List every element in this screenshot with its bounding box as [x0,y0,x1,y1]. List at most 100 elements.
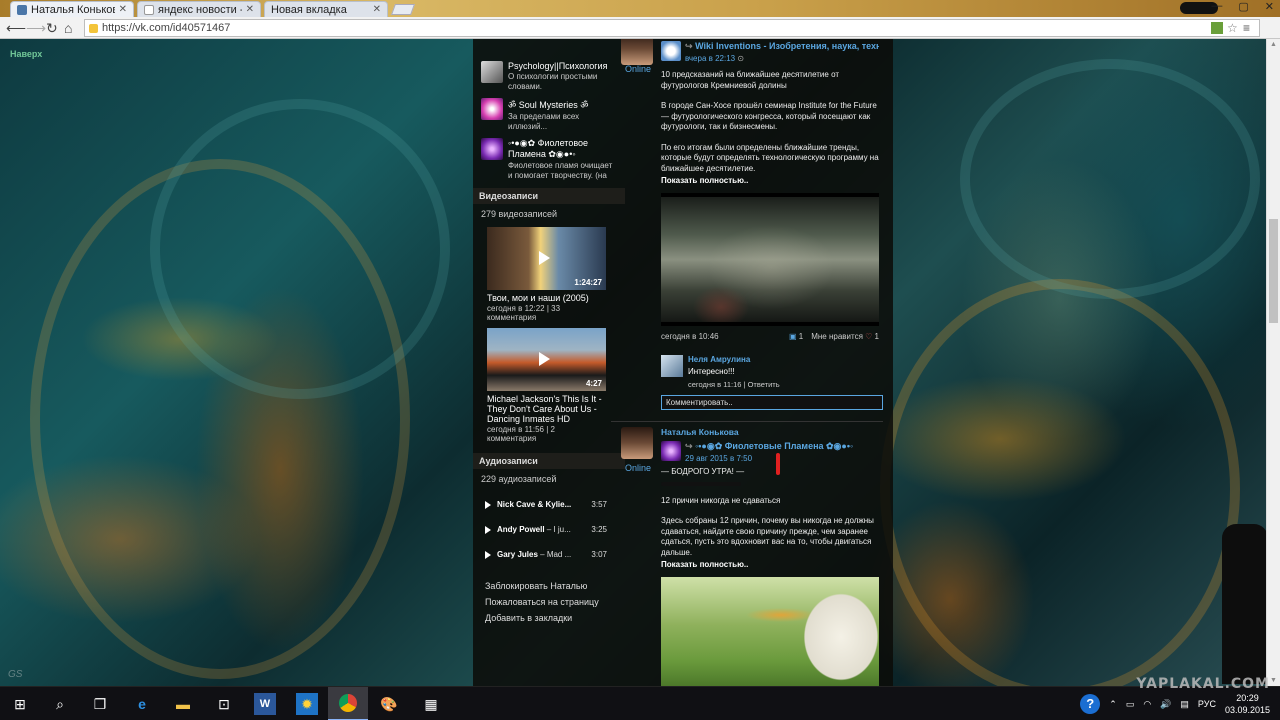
post-date[interactable]: вчера в 22:13 ⊙ [685,54,879,63]
chrome-icon[interactable] [328,687,368,720]
file-explorer-icon[interactable]: ▬ [172,693,194,715]
back-icon[interactable]: ⟵ [6,20,26,36]
tab-new[interactable]: Новая вкладка ✕ [264,1,388,17]
track-artist[interactable]: Gary Jules [497,550,538,559]
like-button[interactable]: Мне нравится ♡ 1 [811,332,879,341]
play-icon[interactable] [539,251,550,265]
group-name[interactable]: ◦•●◉✿ Фиолетовое Пламена ✿◉●•◦ [508,138,617,160]
video-item[interactable]: 1:24:27 Твои, мои и наши (2005) сегодня … [487,227,606,322]
reply-link[interactable]: Ответить [748,380,780,389]
repost-source-name[interactable]: ↪ Wiki Inventions - Изобретения, наука, … [685,41,879,52]
videos-count[interactable]: 279 видеозаписей [481,209,617,219]
repost-count[interactable]: ▣ 1 [789,332,803,341]
chevron-up-icon[interactable]: ⌃ [1109,699,1117,710]
source-avatar[interactable] [661,441,681,461]
group-item[interactable]: ◦•●◉✿ Фиолетовое Пламена ✿◉●•◦ Фиолетово… [481,138,617,182]
post-date[interactable]: 29 авг 2015 в 7:50 [685,454,853,463]
track-title[interactable]: – I ju... [545,525,571,534]
group-avatar[interactable] [481,138,503,160]
scroll-up-icon[interactable]: ▲ [1270,41,1277,48]
clock-date[interactable]: 03.09.2015 [1225,704,1270,716]
show-more-link[interactable]: Показать полностью.. [661,176,879,187]
group-item[interactable]: Psychology||Психология О психологии прос… [481,61,617,92]
maximize-icon[interactable]: ▢ [1238,0,1248,13]
help-icon[interactable]: ? [1080,694,1101,714]
star-icon[interactable]: ☆ [1227,22,1239,34]
tab-yandex[interactable]: яндекс новости - По ✕ [137,1,261,17]
clock[interactable]: 20:29 03.09.2015 [1225,692,1270,716]
language-indicator[interactable]: РУС [1198,699,1216,709]
extension-icon[interactable] [1211,22,1223,34]
clock-time[interactable]: 20:29 [1225,692,1270,704]
play-icon[interactable] [539,352,550,366]
track-name[interactable]: Andy Powell – I ju... [497,525,587,534]
video-thumbnail[interactable]: 1:24:27 [487,227,606,290]
scroll-down-icon[interactable]: ▼ [1270,677,1277,684]
track-name[interactable]: Gary Jules – Mad ... [497,550,587,559]
edge-icon[interactable]: e [131,693,153,715]
post-author-name[interactable]: Наталья Конькова [661,427,879,437]
word-icon[interactable]: W [254,693,276,715]
forward-icon[interactable]: ⟶ [26,20,46,36]
post-image[interactable] [661,576,879,686]
repost-source-label[interactable]: ◦•●◉✿ Фиолетовые Пламена ✿◉●•◦ [695,441,853,451]
repost-source-name[interactable]: ↪ ◦•●◉✿ Фиолетовые Пламена ✿◉●•◦ [685,441,853,452]
group-avatar[interactable] [481,61,503,83]
report-page-link[interactable]: Пожаловаться на страницу [485,597,617,607]
play-icon[interactable] [485,525,491,534]
videos-header[interactable]: Видеозаписи [473,188,625,204]
tab-active[interactable]: Наталья Конькова ✕ [10,1,134,17]
repost-source-label[interactable]: Wiki Inventions - Изобретения, наука, те… [695,41,879,51]
task-view-icon[interactable]: ❐ [89,693,111,715]
add-bookmark-link[interactable]: Добавить в закладки [485,613,617,623]
windows-start-icon[interactable]: ⊞ [9,693,31,715]
comment-date[interactable]: сегодня в 11:16 [688,380,741,389]
close-icon[interactable]: ✕ [119,4,127,15]
source-avatar[interactable] [661,41,681,61]
back-to-top-link[interactable]: Наверх [10,49,42,59]
show-more-link[interactable]: Показать полностью.. [661,560,879,571]
paint-icon[interactable]: 🎨 [378,693,400,715]
group-avatar[interactable] [481,98,503,120]
menu-icon[interactable]: ≡ [1243,22,1255,34]
commenter-name[interactable]: Неля Амрулина [688,355,780,364]
wifi-icon[interactable]: ◠ [1143,699,1151,710]
audio-count[interactable]: 229 аудиозаписей [481,474,617,484]
track-artist[interactable]: Nick Cave & Kylie... [497,500,571,509]
home-icon[interactable]: ⌂ [64,20,72,36]
address-bar[interactable]: https://vk.com/id40571467 ☆ ≡ [84,19,1260,37]
new-tab-button[interactable] [390,4,416,15]
video-item[interactable]: 4:27 Michael Jackson's This Is It - They… [487,328,606,443]
notifications-icon[interactable]: ▤ [1180,699,1189,710]
track-title[interactable]: – Mad ... [538,550,571,559]
post-footer-date[interactable]: сегодня в 10:46 [661,332,719,341]
group-item[interactable]: ॐ Soul Mysteries ॐ За пределами всех илл… [481,98,617,132]
comment-input[interactable]: Комментировать.. [661,394,883,410]
audio-track[interactable]: Gary Jules – Mad ... 3:07 [485,542,617,567]
block-user-link[interactable]: Заблокировать Наталью [485,581,617,591]
video-thumbnail[interactable]: 4:27 [487,328,606,391]
author-avatar[interactable] [621,39,653,65]
group-name[interactable]: ॐ Soul Mysteries ॐ [508,98,617,111]
play-icon[interactable] [485,500,491,509]
audio-track[interactable]: Nick Cave & Kylie... 3:57 [485,492,617,517]
audio-track[interactable]: Andy Powell – I ju... 3:25 [485,517,617,542]
video-title[interactable]: Твои, мои и наши (2005) [487,293,606,303]
store-icon[interactable]: ⊡ [213,693,235,715]
track-artist[interactable]: Andy Powell [497,525,545,534]
video-title[interactable]: Michael Jackson's This Is It - They Don'… [487,394,606,424]
track-name[interactable]: Nick Cave & Kylie... [497,500,587,509]
search-icon[interactable]: ⌕ [49,693,71,715]
close-icon[interactable]: ✕ [246,4,254,15]
play-icon[interactable] [485,550,491,559]
group-name[interactable]: Psychology||Психология [508,61,617,71]
minimize-icon[interactable]: — [1211,0,1222,13]
post-image[interactable] [661,192,879,326]
author-avatar[interactable] [621,427,653,459]
scroll-thumb[interactable] [1269,219,1278,323]
heart-icon[interactable]: ♡ [865,332,872,341]
calculator-icon[interactable]: ▦ [420,693,442,715]
commenter-avatar[interactable] [661,354,683,377]
url-text[interactable]: https://vk.com/id40571467 [102,22,1211,34]
reload-icon[interactable]: ↻ [46,20,58,36]
